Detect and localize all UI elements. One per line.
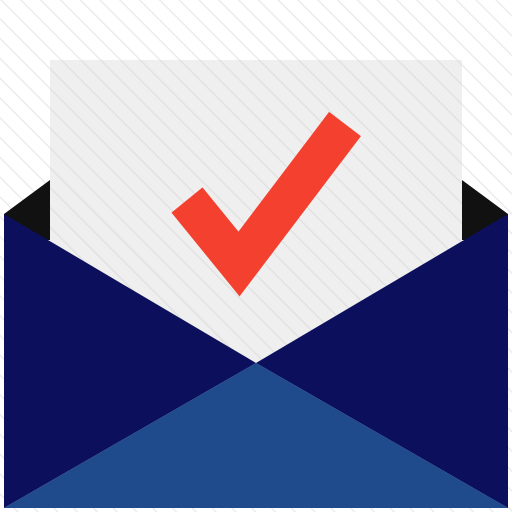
envelope-check-icon [0, 0, 512, 512]
envelope-check-graphic [0, 0, 512, 512]
